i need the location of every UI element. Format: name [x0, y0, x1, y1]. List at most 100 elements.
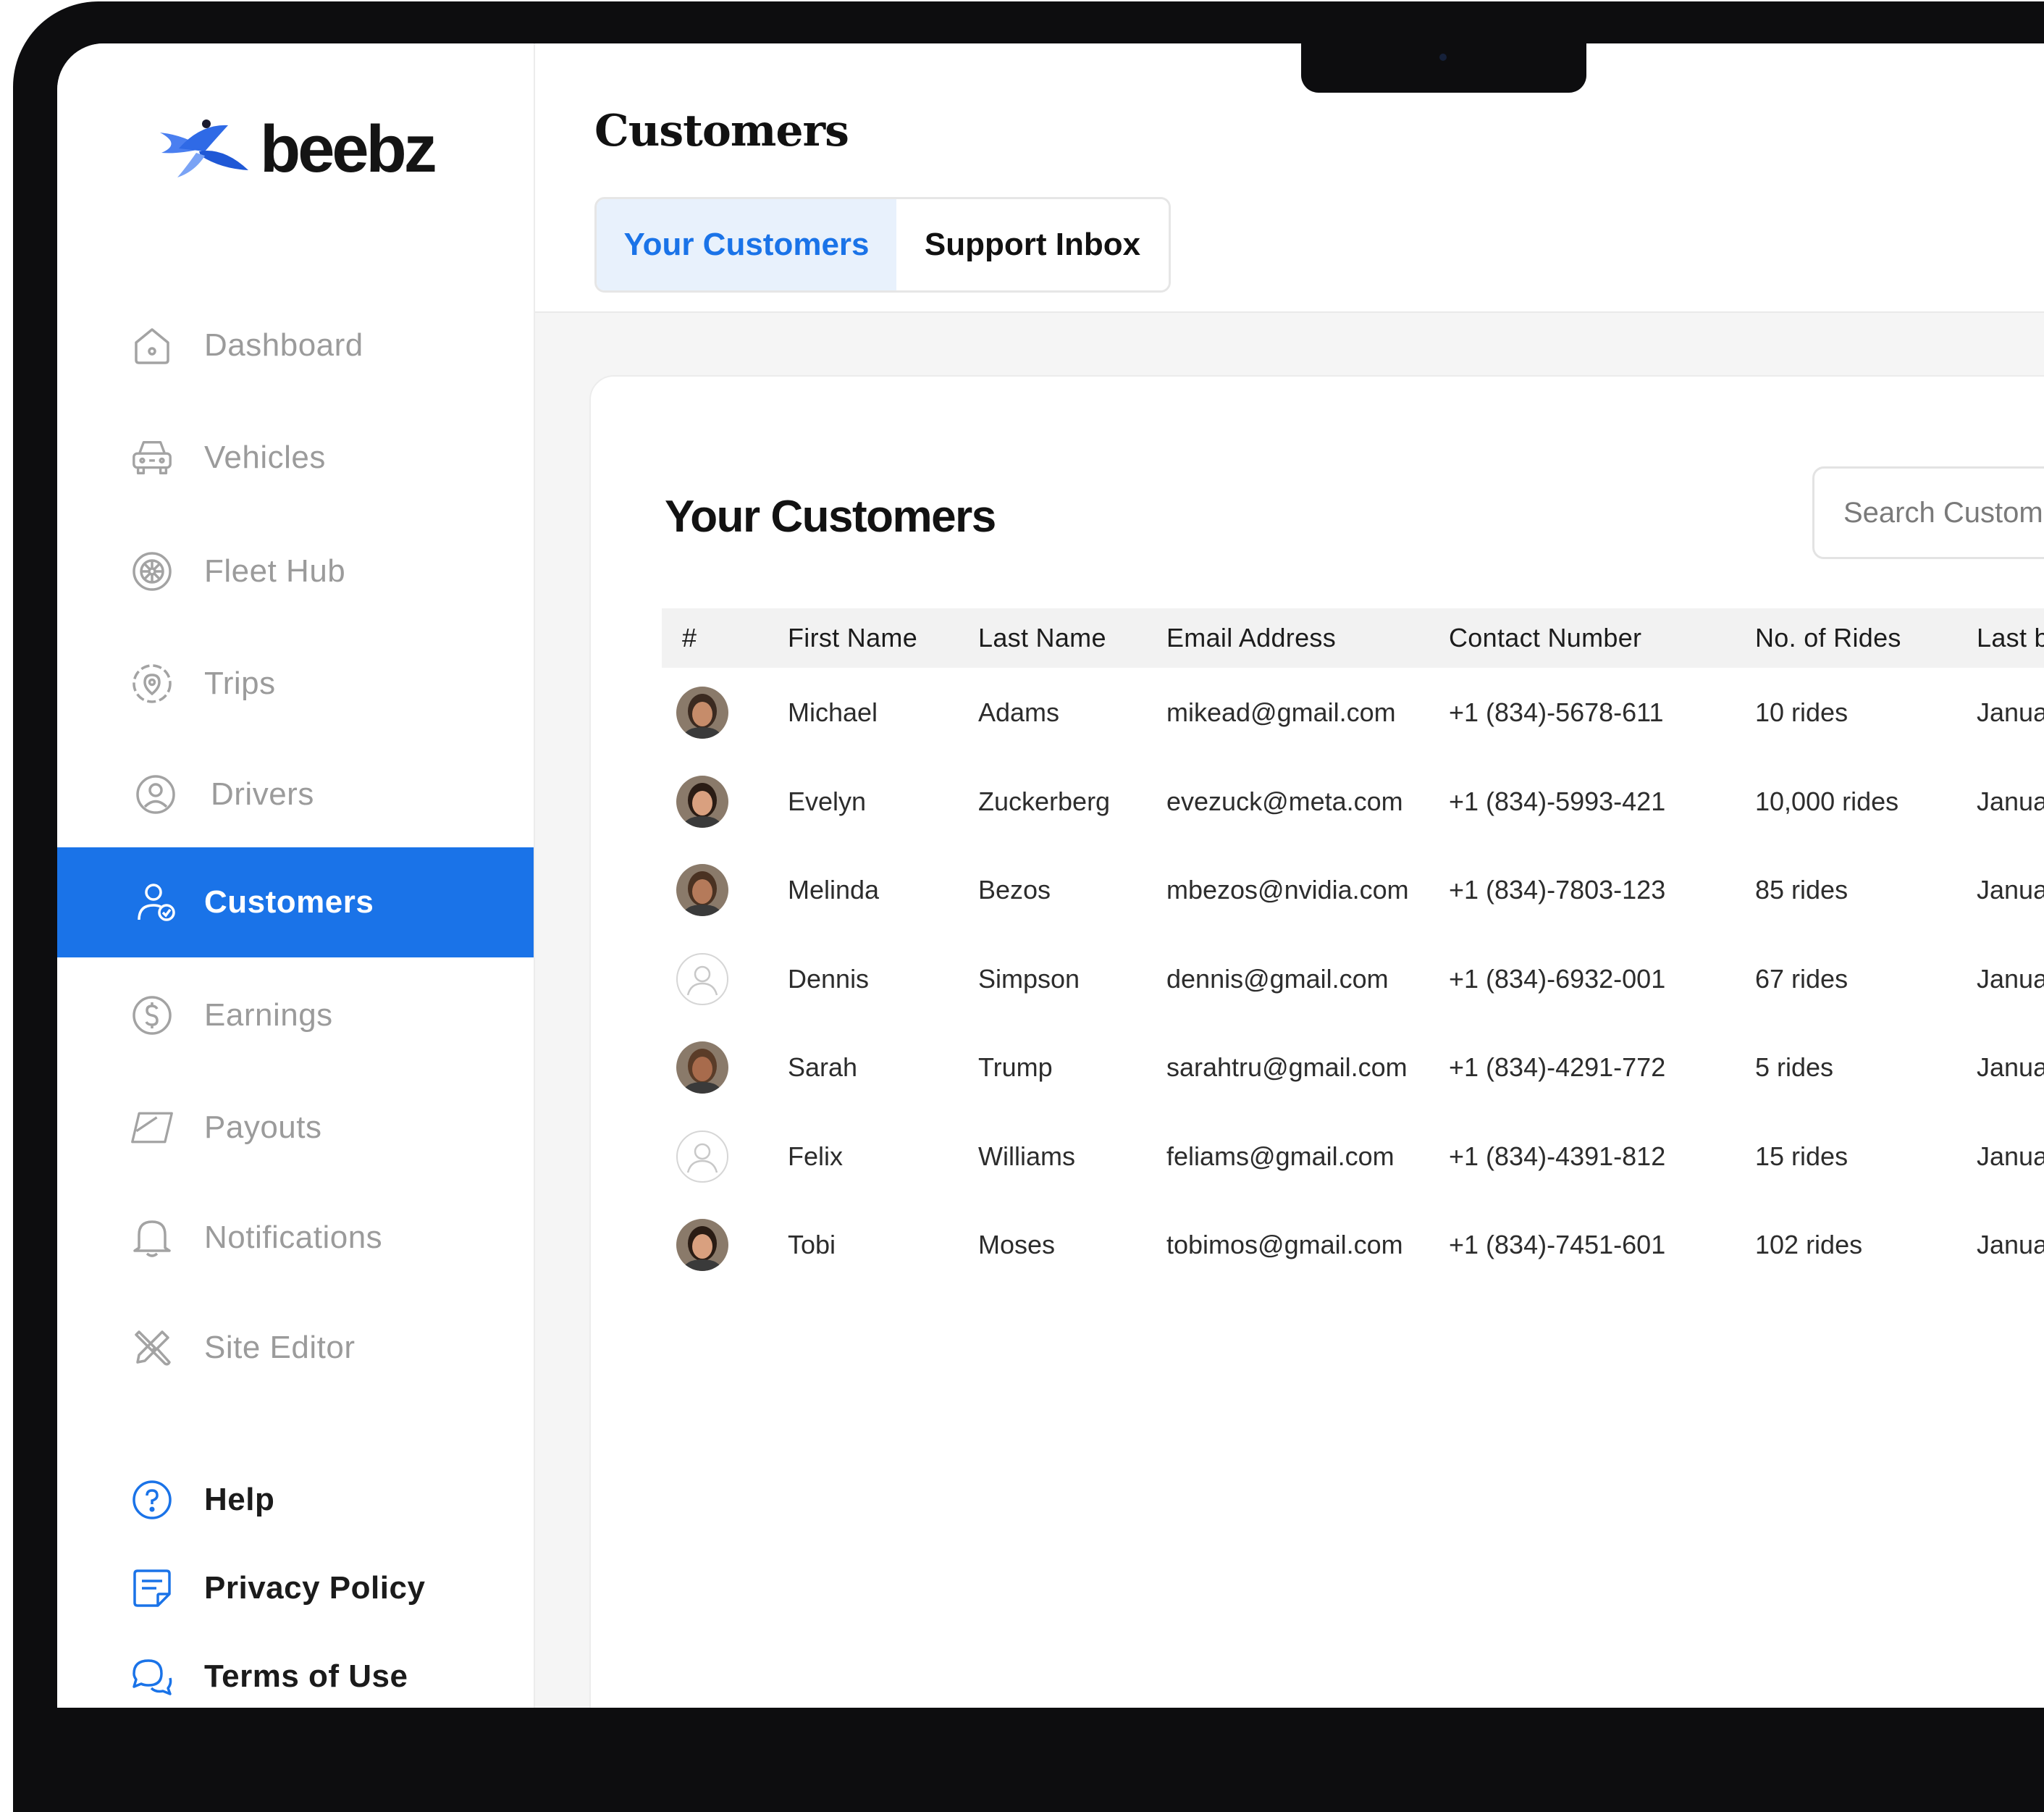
sidebar-item-dashboard[interactable]: Dashboard	[57, 290, 534, 400]
last-name-cell: Adams	[978, 697, 1060, 727]
table-row[interactable]: Dennis Simpson dennis@gmail.com +1 (834)-69…	[662, 935, 2044, 1023]
column-header-contact[interactable]: Contact Number	[1449, 608, 1641, 668]
column-header-last[interactable]: Last b	[1977, 608, 2044, 668]
last-name-cell: Williams	[978, 1141, 1075, 1171]
help-icon	[130, 1477, 174, 1522]
contact-cell: +1 (834)-4391-812	[1449, 1141, 1666, 1171]
camera-icon	[1439, 54, 1447, 61]
table-row[interactable]: Melinda Bezos mbezos@nvidia.com +1 (834)-78…	[662, 846, 2044, 934]
sidebar-item-label: Earnings	[204, 997, 333, 1033]
main-content: Customers Your Customers Support Inbox Y…	[535, 43, 2044, 1708]
dollar-icon	[130, 993, 174, 1038]
sidebar-item-label: Drivers	[211, 776, 314, 812]
card-icon	[130, 1105, 174, 1150]
sidebar-item-trips[interactable]: Trips	[57, 629, 534, 739]
table-row[interactable]: Sarah Trump sarahtru@gmail.com +1 (834)-429…	[662, 1023, 2044, 1112]
table-row[interactable]: Tobi Moses tobimos@gmail.com +1 (834)-7451-…	[662, 1201, 2044, 1289]
car-icon	[130, 435, 174, 480]
contact-cell: +1 (834)-7451-601	[1449, 1230, 1666, 1259]
sidebar-item-terms-of-use[interactable]: Terms of Use	[57, 1622, 534, 1708]
sidebar-item-label: Payouts	[204, 1110, 322, 1145]
last-cell: Januar	[1977, 875, 2044, 905]
first-name-cell: Felix	[788, 1141, 844, 1171]
card-title: Your Customers	[665, 492, 996, 542]
avatar	[676, 1041, 728, 1094]
email-cell[interactable]: mbezos@nvidia.com	[1166, 846, 1409, 934]
tab-your-customers[interactable]: Your Customers	[597, 199, 896, 290]
sidebar-item-fleet-hub[interactable]: Fleet Hub	[57, 516, 534, 626]
column-header-first-name[interactable]: First Name	[788, 608, 917, 668]
first-name-cell: Tobi	[788, 1230, 836, 1259]
sidebar-item-label: Notifications	[204, 1220, 383, 1255]
contact-cell: +1 (834)-7803-123	[1449, 875, 1666, 905]
last-cell: Januar	[1977, 1052, 2044, 1082]
logo-text: beebz	[260, 112, 437, 186]
avatar	[676, 1219, 728, 1271]
chat-icon	[130, 1654, 174, 1699]
last-cell: Januar	[1977, 963, 2044, 994]
document-icon	[130, 1566, 174, 1611]
table-header: # First Name Last Name Email Address Con…	[662, 608, 2044, 668]
sidebar-item-notifications[interactable]: Notifications	[57, 1183, 534, 1293]
column-header-email[interactable]: Email Address	[1166, 608, 1336, 668]
sidebar-item-drivers[interactable]: Drivers	[57, 739, 534, 850]
bee-logo-icon	[160, 119, 248, 177]
search-box	[1812, 466, 2044, 559]
last-name-cell: Bezos	[978, 875, 1051, 905]
sidebar-item-site-editor[interactable]: Site Editor	[57, 1293, 534, 1403]
search-input[interactable]	[1842, 495, 2044, 530]
tab-group: Your Customers Support Inbox	[594, 197, 1171, 293]
first-name-cell: Michael	[788, 697, 878, 727]
contact-cell: +1 (834)-6932-001	[1449, 963, 1666, 994]
rides-cell: 102 rides	[1755, 1230, 1863, 1259]
last-cell: Januar	[1977, 1141, 2044, 1171]
avatar	[676, 864, 728, 916]
rides-cell: 5 rides	[1755, 1052, 1834, 1082]
tools-icon	[130, 1325, 174, 1370]
email-cell[interactable]: dennis@gmail.com	[1166, 935, 1389, 1023]
sidebar: beebz Dashboard Vehicles Fleet Hub Trips…	[57, 43, 535, 1708]
email-cell[interactable]: tobimos@gmail.com	[1166, 1201, 1403, 1289]
table-row[interactable]: Michael Adams mikead@gmail.com +1 (834)-567…	[662, 668, 2044, 757]
page-header: Customers Your Customers Support Inbox	[535, 43, 2044, 313]
email-cell[interactable]: evezuck@meta.com	[1166, 758, 1403, 846]
sidebar-item-label: Vehicles	[204, 440, 326, 475]
contact-cell: +1 (834)-5678-611	[1449, 697, 1664, 727]
sidebar-item-label: Site Editor	[204, 1330, 356, 1365]
column-header-rides[interactable]: No. of Rides	[1755, 608, 1901, 668]
sidebar-item-vehicles[interactable]: Vehicles	[57, 403, 534, 513]
sidebar-item-earnings[interactable]: Earnings	[57, 960, 534, 1070]
customers-card: Your Customers # First Name Last Name Em…	[589, 375, 2044, 1708]
rides-cell: 15 rides	[1755, 1141, 1849, 1171]
rides-cell: 10,000 rides	[1755, 786, 1899, 816]
sidebar-item-label: Terms of Use	[204, 1658, 408, 1694]
column-header-index: #	[682, 623, 697, 653]
last-name-cell: Trump	[978, 1052, 1053, 1082]
column-header-last-name[interactable]: Last Name	[978, 608, 1106, 668]
first-name-cell: Melinda	[788, 875, 880, 905]
sidebar-item-customers[interactable]: Customers	[57, 847, 534, 957]
sidebar-item-label: Help	[204, 1482, 275, 1517]
page-title: Customers	[594, 106, 849, 156]
avatar-placeholder-icon	[676, 952, 728, 1005]
last-cell: Januar	[1977, 786, 2044, 816]
last-cell: Januar	[1977, 697, 2044, 727]
tab-support-inbox[interactable]: Support Inbox	[896, 199, 1169, 290]
rides-cell: 67 rides	[1755, 963, 1849, 994]
sidebar-item-label: Privacy Policy	[204, 1570, 426, 1606]
home-icon	[130, 323, 174, 368]
bell-icon	[130, 1215, 174, 1260]
email-cell[interactable]: feliams@gmail.com	[1166, 1112, 1395, 1201]
table-row[interactable]: Felix Williams feliams@gmail.com +1 (834)-4…	[662, 1112, 2044, 1201]
email-cell[interactable]: sarahtru@gmail.com	[1166, 1023, 1408, 1112]
table-row[interactable]: Evelyn Zuckerberg evezuck@meta.com +1 (834)…	[662, 758, 2044, 846]
sidebar-item-payouts[interactable]: Payouts	[57, 1073, 534, 1183]
rides-cell: 10 rides	[1755, 697, 1849, 727]
avatar-placeholder-icon	[676, 1130, 728, 1183]
logo[interactable]: beebz	[157, 112, 437, 186]
email-cell[interactable]: mikead@gmail.com	[1166, 668, 1396, 757]
last-cell: Januar	[1977, 1230, 2044, 1259]
sidebar-item-label: Customers	[204, 884, 374, 920]
first-name-cell: Evelyn	[788, 786, 867, 816]
rides-cell: 85 rides	[1755, 875, 1849, 905]
